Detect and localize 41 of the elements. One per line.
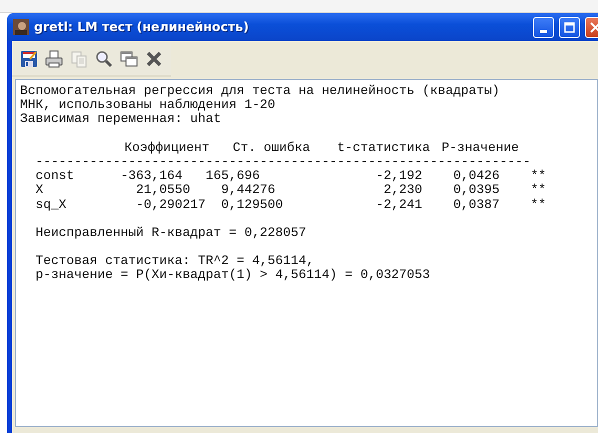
windows-button[interactable] (120, 50, 138, 68)
table-rule: ---------------------------------------------------------------- (35, 154, 531, 170)
app-icon (13, 19, 29, 35)
close-icon (590, 22, 598, 32)
table-cell: sq_X (35, 198, 66, 212)
table-cell: 0,0387 (453, 198, 500, 212)
table-cell: -2,192 (376, 169, 422, 184)
table-cell: 0,0395 (453, 183, 500, 198)
search-button[interactable] (95, 50, 113, 68)
significance-stars: ** (530, 169, 546, 184)
table-cell: -363,164 (120, 169, 182, 184)
output-heading-line: МНК, использованы наблюдения 1-20 (20, 98, 276, 112)
maximize-button[interactable] (559, 16, 580, 38)
table-cell: -2,241 (376, 198, 422, 212)
table-cell: -0,290217 (136, 198, 206, 212)
output-heading-line: Вспомогательная регрессия для теста на нелинейность (квадраты) (20, 84, 500, 98)
significance-stars: ** (530, 198, 546, 212)
table-cell: 165,696 (206, 169, 260, 184)
output-heading-line: Зависимая переменная: uhat (20, 112, 222, 127)
close-button[interactable] (145, 50, 163, 68)
minimize-icon (540, 30, 547, 32)
column-header: P-значение (442, 140, 519, 155)
save-button[interactable] (20, 50, 38, 68)
column-header: Ст. ошибка (232, 140, 310, 155)
output-text-line: p-значение = P(Хи-квадрат(1) > 4,56114) = 0,0327053 (35, 268, 430, 283)
table-cell: 9,44276 (221, 183, 276, 198)
window-title: gretl: LM тест (нелинейность) (34, 18, 250, 36)
table-cell: 0,129500 (221, 198, 284, 212)
output-text-line: Тестовая статистика: TR^2 = 4,56114, (35, 254, 314, 268)
maximize-icon (564, 22, 575, 32)
minimize-button[interactable] (533, 16, 554, 38)
output-text-line: Неисправленный R-квадрат = 0,228057 (35, 226, 306, 240)
table-cell: 2,230 (384, 183, 422, 198)
column-header: Коэффициент (124, 140, 210, 155)
table-cell: X (35, 183, 44, 198)
table-cell: const (35, 169, 74, 184)
significance-stars: ** (530, 183, 546, 198)
printer-button[interactable] (45, 50, 63, 68)
table-cell: 21,0550 (136, 183, 190, 198)
table-cell: 0,0426 (453, 169, 500, 184)
column-header: t-статистика (337, 140, 430, 155)
